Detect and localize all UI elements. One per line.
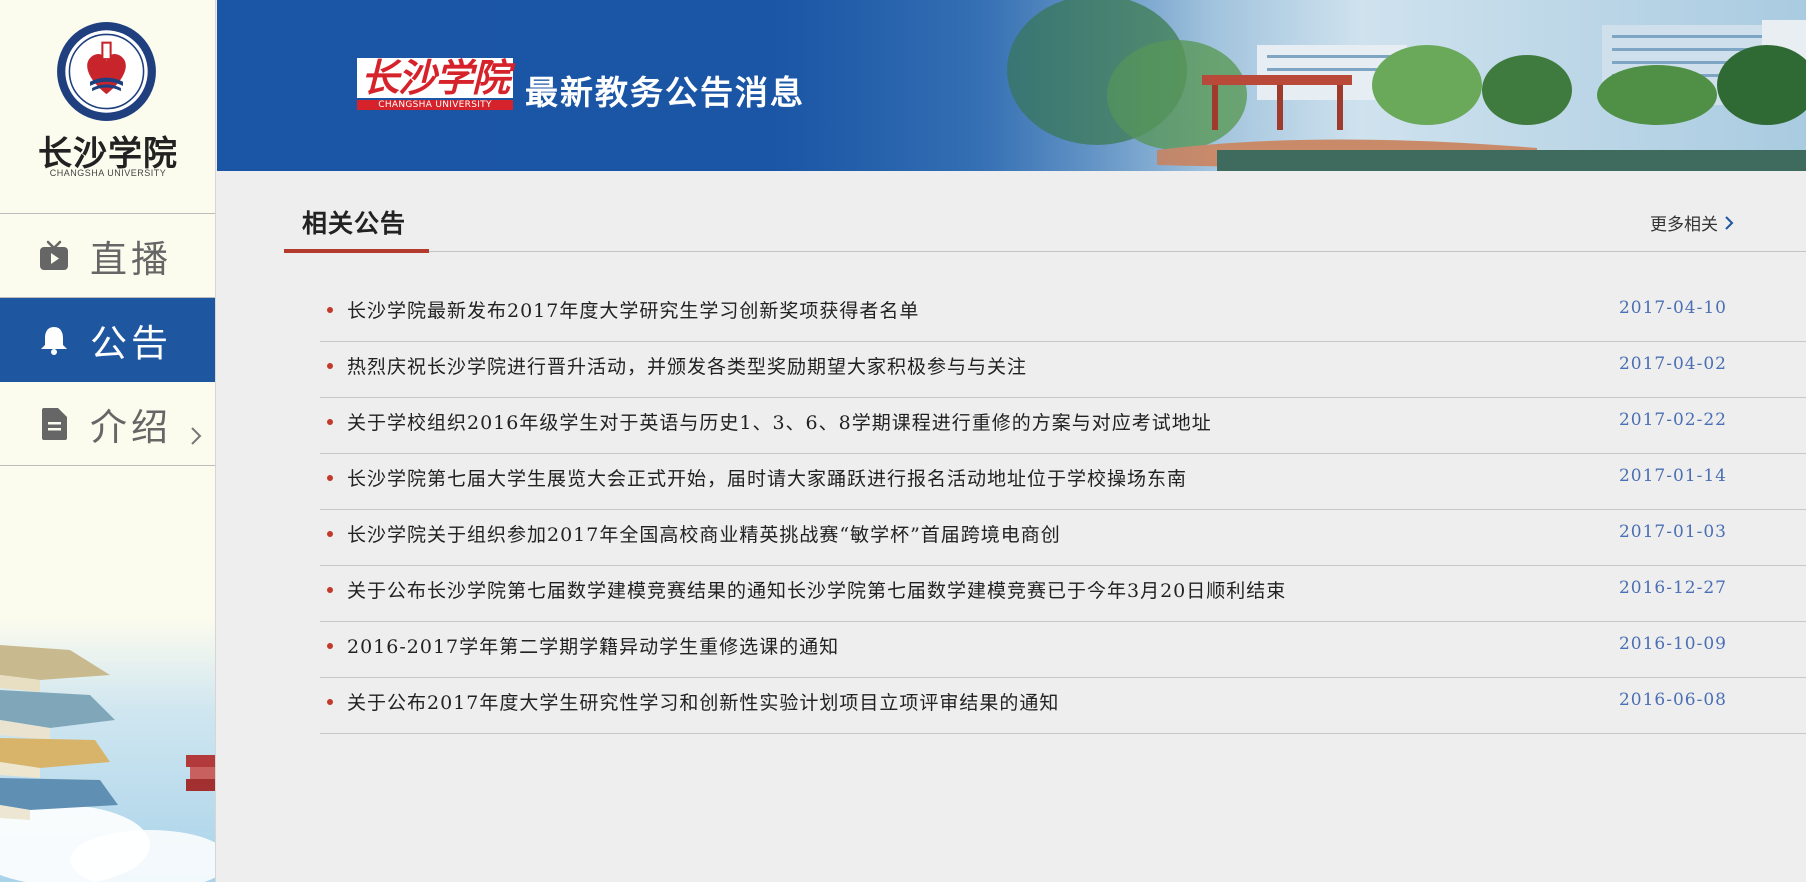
notice-title[interactable]: 长沙学院第七届大学生展览大会正式开始，届时请大家踊跃进行报名活动地址位于学校操场… (347, 464, 1187, 491)
list-item[interactable]: 长沙学院第七届大学生展览大会正式开始，届时请大家踊跃进行报名活动地址位于学校操场… (320, 454, 1806, 510)
notice-title[interactable]: 长沙学院最新发布2017年度大学研究生学习创新奖项获得者名单 (347, 296, 919, 323)
notice-date: 2017-01-03 (1618, 522, 1727, 542)
header-banner: 长沙学院 CHANGSHA UNIVERSITY 最新教务公告消息 (217, 0, 1806, 171)
bullet-dot-icon (327, 587, 333, 593)
list-item[interactable]: 长沙学院关于组织参加2017年全国高校商业精英挑战赛“敏学杯”首届跨境电商创 2… (320, 510, 1806, 566)
notice-date: 2017-04-10 (1618, 298, 1727, 318)
notice-title[interactable]: 关于公布2017年度大学生研究性学习和创新性实验计划项目立项评审结果的通知 (347, 688, 1059, 715)
books-illustration (0, 620, 215, 882)
sidebar-item-label: 公告 (90, 321, 172, 365)
document-icon (36, 406, 72, 442)
sidebar-item-announcements[interactable]: 公告 (0, 298, 215, 382)
sidebar-nav: 直播 公告 介绍 (0, 213, 215, 466)
banner-university-logo: 长沙学院 CHANGSHA UNIVERSITY (357, 58, 514, 110)
banner-logo-subtitle: CHANGSHA UNIVERSITY (357, 100, 514, 110)
sidebar: 长沙学院 CHANGSHA UNIVERSITY 直播 公告 介绍 (0, 0, 216, 882)
notice-list: 长沙学院最新发布2017年度大学研究生学习创新奖项获得者名单 2017-04-1… (320, 286, 1806, 734)
tv-play-icon (36, 238, 72, 274)
section-header: 相关公告 更多相关 (284, 196, 1806, 253)
notice-title[interactable]: 长沙学院关于组织参加2017年全国高校商业精英挑战赛“敏学杯”首届跨境电商创 (347, 520, 1061, 547)
notice-title[interactable]: 关于公布长沙学院第七届数学建模竞赛结果的通知长沙学院第七届数学建模竞赛已于今年3… (347, 576, 1286, 603)
sidebar-item-label: 直播 (90, 237, 172, 281)
bullet-dot-icon (327, 363, 333, 369)
university-emblem-icon (57, 22, 156, 121)
bullet-dot-icon (327, 475, 333, 481)
notice-title[interactable]: 关于学校组织2016年级学生对于英语与历史1、3、6、8学期课程进行重修的方案与… (347, 408, 1212, 435)
chevron-right-icon (190, 412, 202, 455)
more-link-label: 更多相关 (1650, 215, 1718, 235)
banner-logo-title: 长沙学院 (357, 58, 514, 98)
list-item[interactable]: 关于学校组织2016年级学生对于英语与历史1、3、6、8学期课程进行重修的方案与… (320, 398, 1806, 454)
sidebar-item-intro[interactable]: 介绍 (0, 382, 215, 466)
notice-date: 2017-04-02 (1618, 354, 1727, 374)
notice-title[interactable]: 2016-2017学年第二学期学籍异动学生重修选课的通知 (347, 632, 839, 659)
notice-date: 2017-02-22 (1618, 410, 1727, 430)
bullet-dot-icon (327, 531, 333, 537)
bullet-dot-icon (327, 307, 333, 313)
sidebar-item-label: 介绍 (90, 405, 172, 449)
chevron-right-icon (1725, 215, 1734, 230)
notice-date: 2017-01-14 (1618, 466, 1727, 486)
list-item[interactable]: 关于公布长沙学院第七届数学建模竞赛结果的通知长沙学院第七届数学建模竞赛已于今年3… (320, 566, 1806, 622)
section-title: 相关公告 (302, 209, 407, 238)
list-item[interactable]: 关于公布2017年度大学生研究性学习和创新性实验计划项目立项评审结果的通知 20… (320, 678, 1806, 734)
bullet-dot-icon (327, 419, 333, 425)
bell-icon (36, 322, 72, 358)
list-item[interactable]: 热烈庆祝长沙学院进行晋升活动，并颁发各类型奖励期望大家积极参与与关注 2017-… (320, 342, 1806, 398)
university-logo: 长沙学院 CHANGSHA UNIVERSITY (0, 0, 215, 213)
list-item[interactable]: 长沙学院最新发布2017年度大学研究生学习创新奖项获得者名单 2017-04-1… (320, 286, 1806, 342)
section-title-underline (284, 249, 429, 253)
sidebar-logo-subtitle: CHANGSHA UNIVERSITY (49, 168, 167, 178)
sidebar-item-live[interactable]: 直播 (0, 214, 215, 298)
notice-date: 2016-06-08 (1618, 690, 1727, 710)
bullet-dot-icon (327, 643, 333, 649)
list-item[interactable]: 2016-2017学年第二学期学籍异动学生重修选课的通知 2016-10-09 (320, 622, 1806, 678)
page-title: 最新教务公告消息 (525, 73, 805, 112)
more-link[interactable]: 更多相关 (1650, 210, 1734, 235)
notice-title[interactable]: 热烈庆祝长沙学院进行晋升活动，并颁发各类型奖励期望大家积极参与与关注 (347, 352, 1027, 379)
bullet-dot-icon (327, 699, 333, 705)
notice-date: 2016-12-27 (1618, 578, 1727, 598)
notice-date: 2016-10-09 (1618, 634, 1727, 654)
